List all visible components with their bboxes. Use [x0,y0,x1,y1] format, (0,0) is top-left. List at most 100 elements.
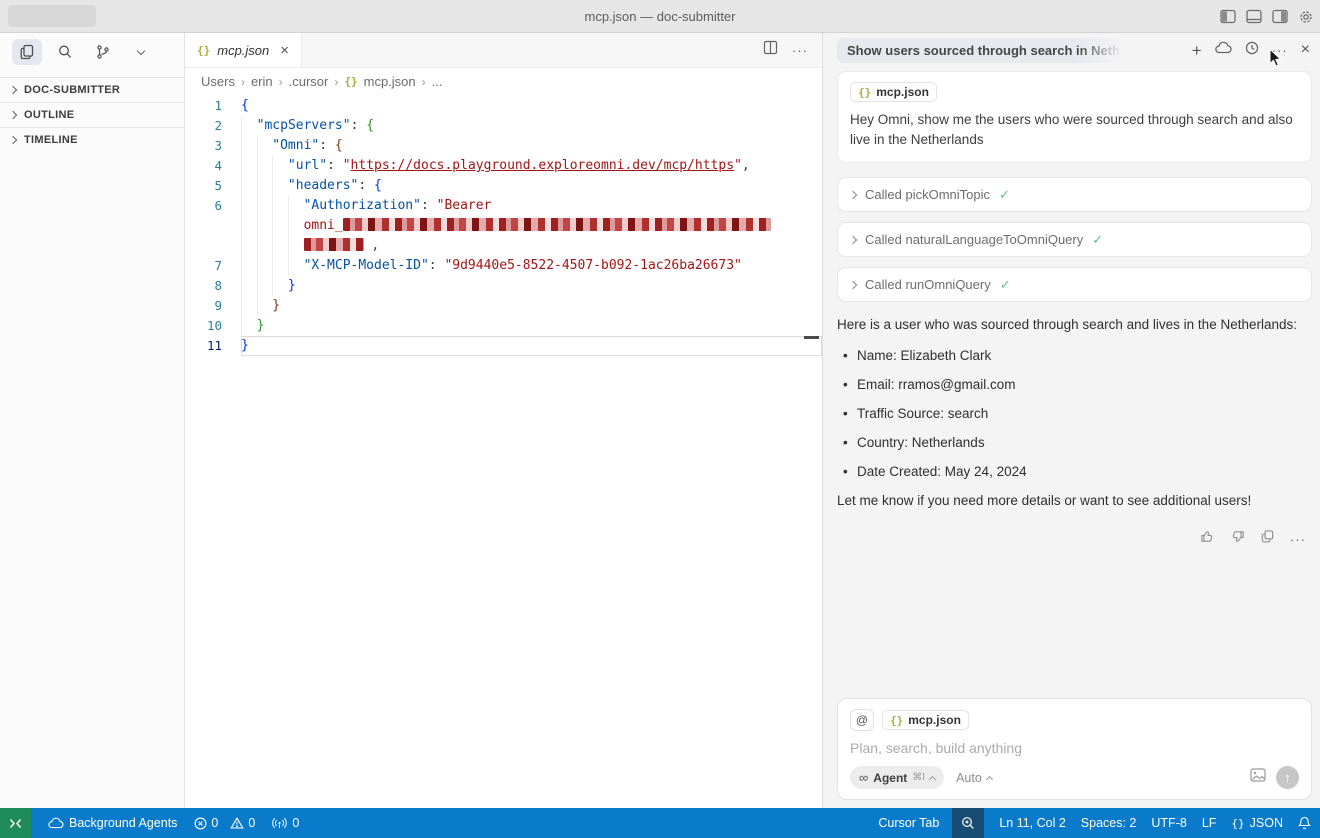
background-agents-item[interactable]: Background Agents [48,816,177,830]
encoding-item[interactable]: UTF-8 [1151,816,1186,830]
code-text: omni_ [241,216,822,236]
breadcrumb-item[interactable]: Users [201,74,235,89]
indentation-item[interactable]: Spaces: 2 [1081,816,1137,830]
line-col-item[interactable]: Ln 11, Col 2 [999,816,1065,830]
code-line[interactable]: 6"Authorization": "Bearer [185,196,822,216]
sidebar-sections: DOC-SUBMITTER OUTLINETIMELINE [0,77,184,152]
code-line[interactable]: 3"Omni": { [185,136,822,156]
code-line[interactable]: 2"mcpServers": { [185,116,822,136]
code-line[interactable]: omni_ [185,216,822,236]
redacted-token [304,238,364,251]
indent-guide [257,196,273,216]
settings-gear-icon[interactable] [1298,9,1314,25]
agent-mode-selector[interactable]: ∞ Agent ⌘I [850,766,944,789]
indent-guide [257,296,273,316]
input-context-chip[interactable]: {}mcp.json [882,710,969,730]
copy-icon[interactable] [1260,529,1275,549]
explorer-icon[interactable] [12,39,42,65]
indent-guide [241,156,257,176]
breadcrumb-item[interactable]: erin [251,74,273,89]
indent-guide [288,196,304,216]
indent-guide [257,156,273,176]
sidebar-section-timeline[interactable]: TIMELINE [0,127,184,152]
code-line[interactable]: 11} [185,336,822,356]
problems-item[interactable]: 0 0 [194,816,255,830]
thumbs-up-icon[interactable] [1200,529,1215,549]
answer-outro: Let me know if you need more details or … [837,490,1312,511]
toggle-left-panel-icon[interactable] [1220,9,1236,24]
code-text: } [241,276,822,296]
code-line[interactable]: 5"headers": { [185,176,822,196]
tool-call-card[interactable]: Called naturalLanguageToOmniQuery ✓ [837,222,1312,257]
tool-call-label: Called naturalLanguageToOmniQuery [865,232,1083,247]
line-number [185,236,241,256]
answer-more-icon[interactable]: ··· [1290,532,1306,547]
toggle-right-panel-icon[interactable] [1272,9,1288,24]
sidebar-section-label: DOC-SUBMITTER [24,84,120,96]
model-selector[interactable]: Auto [956,771,992,785]
tool-call-card[interactable]: Called runOmniQuery✓ [837,267,1312,302]
zoom-indicator[interactable] [952,808,984,838]
chat-more-icon[interactable]: ··· [1272,43,1288,58]
tab-close-icon[interactable]: × [280,42,289,59]
breadcrumb-item[interactable]: ... [432,74,443,89]
cursor-tab-item[interactable]: Cursor Tab [878,816,939,830]
json-file-icon: {} [858,86,871,99]
breadcrumb[interactable]: Users›erin›.cursor›{}mcp.json›... [185,68,822,95]
check-icon: ✓ [1092,232,1103,248]
thumbs-down-icon[interactable] [1230,529,1245,549]
sidebar: DOC-SUBMITTER OUTLINETIMELINE [0,33,185,808]
chevron-right-icon [849,190,857,198]
tab-mcp-json[interactable]: {} mcp.json × [185,33,302,67]
indent-guide [257,176,273,196]
source-control-icon[interactable] [88,39,118,65]
sidebar-section-doc-submitter[interactable]: DOC-SUBMITTER [0,77,184,102]
notifications-bell-icon[interactable] [1298,816,1311,830]
new-chat-icon[interactable]: + [1192,42,1202,59]
assistant-answer: Here is a user who was sourced through s… [837,314,1312,511]
mention-context-button[interactable]: @ [850,709,874,731]
attach-image-icon[interactable] [1250,768,1266,787]
breadcrumb-item[interactable]: .cursor [289,74,329,89]
code-text: "url": "https://docs.playground.exploreo… [241,156,822,176]
cloud-icon[interactable] [1215,41,1232,59]
chevron-right-icon [9,111,17,119]
tool-call-card[interactable]: Called pickOmniTopic✓ [837,177,1312,212]
code-line[interactable]: 8} [185,276,822,296]
indent-guide [288,256,304,276]
send-button[interactable]: ↑ [1276,766,1299,789]
code-line[interactable]: 1{ [185,96,822,116]
toggle-bottom-panel-icon[interactable] [1246,9,1262,24]
eol-item[interactable]: LF [1202,816,1217,830]
chevron-right-icon [9,86,17,94]
code-line[interactable]: 4"url": "https://docs.playground.explore… [185,156,822,176]
indent-guide [241,256,257,276]
chat-input[interactable] [850,740,1299,756]
remote-indicator[interactable] [0,808,31,838]
split-editor-icon[interactable] [763,40,778,60]
line-number [185,216,241,236]
code-line[interactable]: 7"X-MCP-Model-ID": "9d9440e5-8522-4507-b… [185,256,822,276]
code-line[interactable]: , [185,236,822,256]
editor-tab-bar: {} mcp.json × ··· [185,33,822,68]
answer-bullet: Country: Netherlands [843,432,1312,453]
editor-more-actions-icon[interactable]: ··· [792,43,808,58]
code-area[interactable]: 1{2"mcpServers": {3"Omni": {4"url": "htt… [185,95,822,808]
breadcrumb-separator: › [422,75,426,89]
breadcrumb-item[interactable]: mcp.json [364,74,416,89]
line-number: 8 [185,276,241,296]
indent-guide [272,176,288,196]
language-mode-item[interactable]: {}JSON [1231,816,1283,830]
code-line[interactable]: 9} [185,296,822,316]
history-icon[interactable] [1245,41,1259,60]
feedback-item[interactable]: 0 [272,816,299,830]
search-icon[interactable] [50,39,80,65]
chevron-down-icon[interactable] [126,39,156,65]
code-line[interactable]: 10} [185,316,822,336]
chat-close-icon[interactable]: × [1301,41,1310,59]
context-chip[interactable]: {}mcp.json [850,82,937,102]
sidebar-section-outline[interactable]: OUTLINE [0,102,184,127]
code-text: "X-MCP-Model-ID": "9d9440e5-8522-4507-b0… [241,256,822,276]
indent-guide [272,156,288,176]
chat-tab-title[interactable]: Show users sourced through search in Net… [837,38,1122,63]
